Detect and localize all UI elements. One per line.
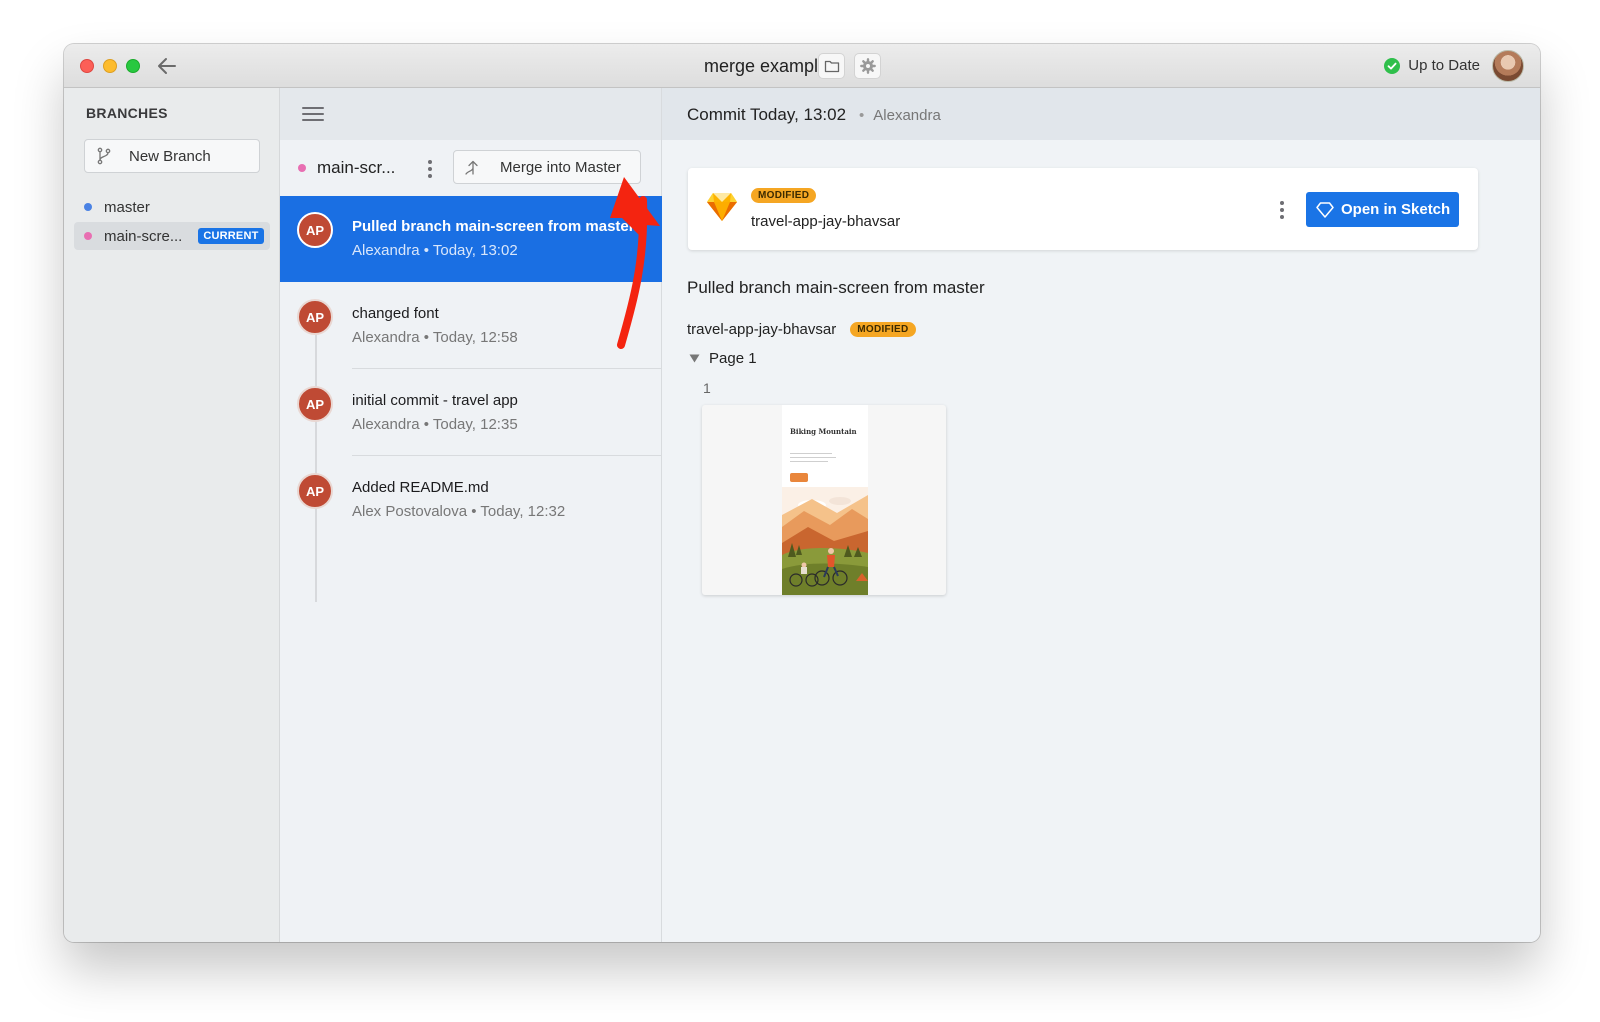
- merge-label: Merge into Master: [500, 158, 621, 176]
- commit-time: Today, 12:35: [432, 416, 518, 433]
- artboard-number: 1: [703, 380, 711, 396]
- commit-history: main-scr... Merge into Master AP Pulled …: [280, 88, 662, 942]
- branch-item-master[interactable]: master: [74, 193, 270, 221]
- sync-status: Up to Date: [1384, 57, 1480, 74]
- artboard-preview: Biking Mountain: [782, 405, 868, 595]
- branch-name: master: [104, 198, 150, 216]
- open-folder-button[interactable]: [818, 53, 845, 79]
- current-badge: CURRENT: [198, 228, 264, 244]
- close-window-button[interactable]: [80, 59, 94, 73]
- branch-header: main-scr... Merge into Master: [280, 140, 661, 196]
- commit-message: Added README.md: [352, 479, 489, 496]
- status-text: Up to Date: [1408, 57, 1480, 74]
- mountain-illustration: [782, 487, 868, 595]
- branch-more-icon[interactable]: [428, 160, 432, 178]
- current-branch-name: main-scr...: [317, 158, 396, 177]
- row-divider: [352, 455, 662, 456]
- page-disclosure[interactable]: Page 1: [689, 350, 757, 367]
- file-name: travel-app-jay-bhavsar: [751, 213, 901, 230]
- title-bar: merge example Up to Date: [64, 44, 1540, 88]
- commit-row[interactable]: AP changed font Alexandra • Today, 12:58: [280, 283, 662, 369]
- page-label: Page 1: [709, 350, 757, 367]
- git-branch-icon: [97, 147, 111, 165]
- check-circle-icon: [1384, 57, 1401, 74]
- modified-badge: MODIFIED: [751, 188, 817, 203]
- changed-file-name: travel-app-jay-bhavsar: [687, 321, 837, 338]
- commit-row[interactable]: AP initial commit - travel app Alexandra…: [280, 370, 662, 456]
- user-avatar[interactable]: [1492, 50, 1524, 82]
- avatar: AP: [297, 212, 333, 248]
- avatar: AP: [297, 386, 333, 422]
- detail-header: Commit Today, 13:02 Alexandra: [662, 88, 1540, 140]
- sketch-diamond-icon: [707, 193, 737, 221]
- branch-color-dot: [298, 164, 306, 172]
- hamburger-menu-icon[interactable]: [302, 106, 324, 122]
- window-title: merge example: [704, 56, 829, 76]
- history-toolbar: [280, 88, 661, 140]
- commit-meta: Alexandra • Today, 12:58: [352, 329, 518, 346]
- new-branch-button[interactable]: New Branch: [84, 139, 260, 173]
- commit-row[interactable]: AP Added README.md Alex Postovalova • To…: [280, 457, 662, 543]
- branch-color-dot: [84, 203, 92, 211]
- branch-item-main-screen[interactable]: main-scre... CURRENT: [74, 222, 270, 250]
- avatar: AP: [297, 299, 333, 335]
- commit-author: Alexandra: [352, 329, 420, 346]
- gear-icon: [859, 58, 876, 74]
- settings-button[interactable]: [854, 53, 881, 79]
- file-more-icon[interactable]: [1280, 201, 1284, 219]
- commit-time: Today, 13:02: [432, 242, 518, 259]
- artboard-title: Biking Mountain: [790, 427, 857, 436]
- merge-into-master-button[interactable]: Merge into Master: [453, 150, 641, 184]
- open-in-sketch-label: Open in Sketch: [1341, 201, 1451, 218]
- app-window: merge example Up to Date BRANCHES New Br…: [64, 44, 1540, 942]
- commit-author: Alexandra: [352, 242, 420, 259]
- commit-message: Pulled branch main-screen from master: [352, 218, 635, 235]
- sidebar-title: BRANCHES: [86, 105, 168, 121]
- arrow-left-icon[interactable]: [156, 55, 178, 77]
- commit-time: Today, 12:32: [480, 503, 566, 520]
- commit-author: Alex Postovalova: [352, 503, 468, 520]
- commit-row[interactable]: AP Pulled branch main-screen from master…: [280, 196, 662, 282]
- diamond-outline-icon: [1316, 201, 1334, 218]
- artboard-thumbnail[interactable]: Biking Mountain: [702, 405, 946, 595]
- triangle-down-icon: [689, 354, 700, 363]
- changed-file-row: travel-app-jay-bhavsar MODIFIED: [687, 321, 916, 338]
- commit-message: initial commit - travel app: [352, 392, 518, 409]
- commit-meta: Alex Postovalova • Today, 12:32: [352, 503, 566, 520]
- new-branch-label: New Branch: [129, 147, 211, 165]
- minimize-window-button[interactable]: [103, 59, 117, 73]
- detail-title: Commit Today, 13:02: [687, 105, 847, 124]
- modified-badge: MODIFIED: [850, 322, 916, 337]
- current-branch[interactable]: main-scr...: [298, 158, 395, 178]
- zoom-window-button[interactable]: [126, 59, 140, 73]
- folder-icon: [824, 60, 839, 73]
- artboard-text-line: [790, 457, 836, 458]
- branches-sidebar: BRANCHES New Branch master main-scre... …: [64, 88, 280, 942]
- commit-message: changed font: [352, 305, 439, 322]
- row-divider: [352, 368, 662, 369]
- detail-author: Alexandra: [859, 107, 941, 124]
- merge-icon: [465, 160, 478, 175]
- branch-color-dot: [84, 232, 92, 240]
- artboard-text-line: [790, 453, 832, 454]
- commit-detail: Commit Today, 13:02 Alexandra MODIFIED t…: [662, 88, 1540, 942]
- commit-author: Alexandra: [352, 416, 420, 433]
- commit-meta: Alexandra • Today, 13:02: [352, 242, 518, 259]
- file-card[interactable]: MODIFIED travel-app-jay-bhavsar Open in …: [688, 168, 1478, 250]
- open-in-sketch-button[interactable]: Open in Sketch: [1306, 192, 1459, 227]
- branch-name: main-scre...: [104, 227, 183, 245]
- artboard-cta: [790, 473, 808, 482]
- commit-time: Today, 12:58: [432, 329, 518, 346]
- avatar: AP: [297, 473, 333, 509]
- artboard-text-line: [790, 461, 828, 462]
- commit-message-heading: Pulled branch main-screen from master: [687, 278, 985, 297]
- commit-meta: Alexandra • Today, 12:35: [352, 416, 518, 433]
